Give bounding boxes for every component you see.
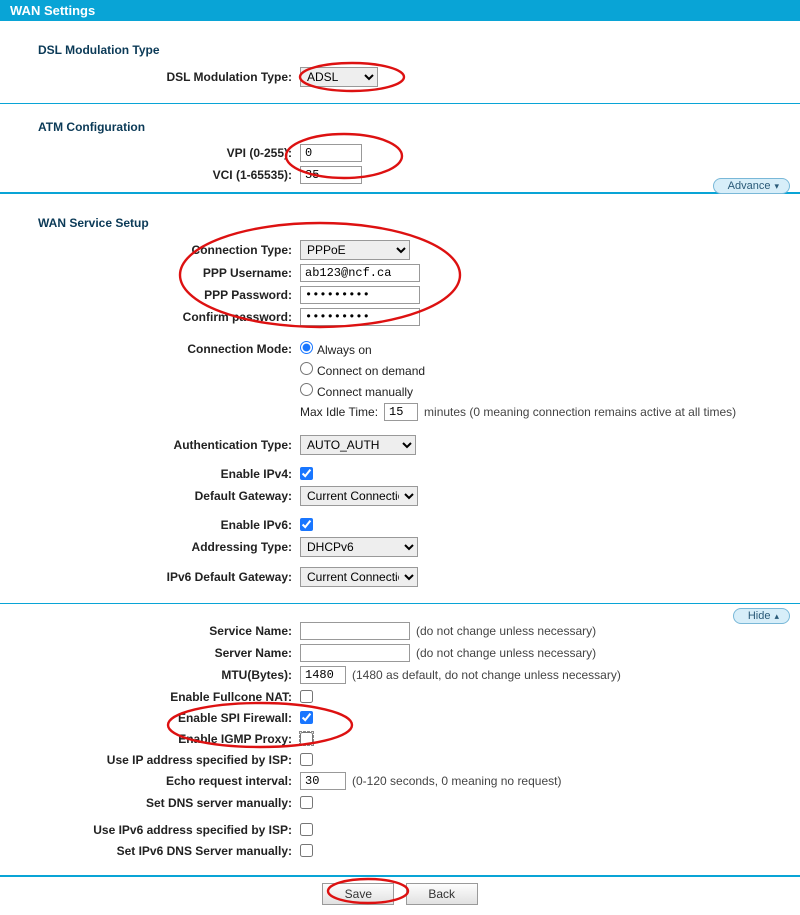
hide-pill[interactable]: Hide ▴	[733, 608, 790, 624]
enable-ipv6-checkbox[interactable]	[300, 518, 313, 531]
vci-label: VCI (1-65535):	[0, 168, 300, 182]
max-idle-input[interactable]	[384, 403, 418, 421]
enable-ipv4-label: Enable IPv4:	[0, 467, 300, 481]
back-button[interactable]: Back	[406, 883, 478, 905]
ipv6-by-isp-checkbox[interactable]	[300, 823, 313, 836]
spi-firewall-label: Enable SPI Firewall:	[0, 711, 300, 725]
ipv6-dns-manual-checkbox[interactable]	[300, 844, 313, 857]
igmp-proxy-label: Enable IGMP Proxy:	[0, 732, 300, 746]
advance-label: Advance	[728, 180, 771, 192]
dsl-modulation-select[interactable]: ADSL	[300, 67, 378, 87]
max-idle-prefix: Max Idle Time:	[300, 405, 378, 419]
vci-input[interactable]	[300, 166, 362, 184]
connection-type-label: Connection Type:	[0, 243, 300, 257]
connection-mode-manual[interactable]: Connect manually	[300, 383, 413, 399]
service-name-label: Service Name:	[0, 624, 300, 638]
section-heading-atm: ATM Configuration	[0, 112, 800, 142]
addressing-type-label: Addressing Type:	[0, 540, 300, 554]
echo-interval-label: Echo request interval:	[0, 774, 300, 788]
confirm-password-label: Confirm password:	[0, 310, 300, 324]
mtu-input[interactable]	[300, 666, 346, 684]
mtu-label: MTU(Bytes):	[0, 668, 300, 682]
advance-pill[interactable]: Advance ▾	[713, 178, 790, 194]
default-gateway-select[interactable]: Current Connection	[300, 486, 418, 506]
ipv6-by-isp-label: Use IPv6 address specified by ISP:	[0, 823, 300, 837]
service-name-input[interactable]	[300, 622, 410, 640]
fullcone-nat-label: Enable Fullcone NAT:	[0, 690, 300, 704]
addressing-type-select[interactable]: DHCPv6	[300, 537, 418, 557]
radio-manual[interactable]	[300, 383, 313, 396]
ipv6-dns-manual-label: Set IPv6 DNS Server manually:	[0, 844, 300, 858]
hide-label: Hide	[748, 610, 771, 622]
chevron-up-icon: ▴	[774, 612, 779, 621]
confirm-password-input[interactable]	[300, 308, 420, 326]
server-name-label: Server Name:	[0, 646, 300, 660]
save-button[interactable]: Save	[322, 883, 394, 905]
ipv6-default-gateway-label: IPv6 Default Gateway:	[0, 570, 300, 584]
chevron-down-icon: ▾	[774, 182, 779, 191]
vpi-label: VPI (0-255):	[0, 146, 300, 160]
connection-mode-label: Connection Mode:	[0, 342, 300, 356]
server-name-note: (do not change unless necessary)	[416, 646, 596, 660]
ppp-password-label: PPP Password:	[0, 288, 300, 302]
section-heading-wan: WAN Service Setup	[0, 208, 800, 238]
radio-always-on[interactable]	[300, 341, 313, 354]
dsl-modulation-label: DSL Modulation Type:	[0, 70, 300, 84]
server-name-input[interactable]	[300, 644, 410, 662]
max-idle-suffix: minutes (0 meaning connection remains ac…	[424, 405, 736, 419]
auth-type-label: Authentication Type:	[0, 438, 300, 452]
echo-interval-input[interactable]	[300, 772, 346, 790]
spi-firewall-checkbox[interactable]	[300, 711, 313, 724]
connection-type-select[interactable]: PPPoE	[300, 240, 410, 260]
auth-type-select[interactable]: AUTO_AUTH	[300, 435, 416, 455]
service-name-note: (do not change unless necessary)	[416, 624, 596, 638]
enable-ipv4-checkbox[interactable]	[300, 467, 313, 480]
ip-by-isp-checkbox[interactable]	[300, 753, 313, 766]
ppp-username-input[interactable]	[300, 264, 420, 282]
ppp-password-input[interactable]	[300, 286, 420, 304]
fullcone-nat-checkbox[interactable]	[300, 690, 313, 703]
enable-ipv6-label: Enable IPv6:	[0, 518, 300, 532]
section-heading-dsl: DSL Modulation Type	[0, 35, 800, 65]
ppp-username-label: PPP Username:	[0, 266, 300, 280]
dns-manual-label: Set DNS server manually:	[0, 796, 300, 810]
vpi-input[interactable]	[300, 144, 362, 162]
mtu-note: (1480 as default, do not change unless n…	[352, 668, 621, 682]
echo-interval-note: (0-120 seconds, 0 meaning no request)	[352, 774, 561, 788]
ipv6-default-gateway-select[interactable]: Current Connection	[300, 567, 418, 587]
radio-on-demand[interactable]	[300, 362, 313, 375]
default-gateway-label: Default Gateway:	[0, 489, 300, 503]
dns-manual-checkbox[interactable]	[300, 796, 313, 809]
page-title: WAN Settings	[0, 0, 800, 21]
igmp-proxy-checkbox[interactable]	[300, 732, 313, 745]
connection-mode-demand[interactable]: Connect on demand	[300, 362, 425, 378]
ip-by-isp-label: Use IP address specified by ISP:	[0, 753, 300, 767]
connection-mode-always[interactable]: Always on	[300, 341, 372, 357]
